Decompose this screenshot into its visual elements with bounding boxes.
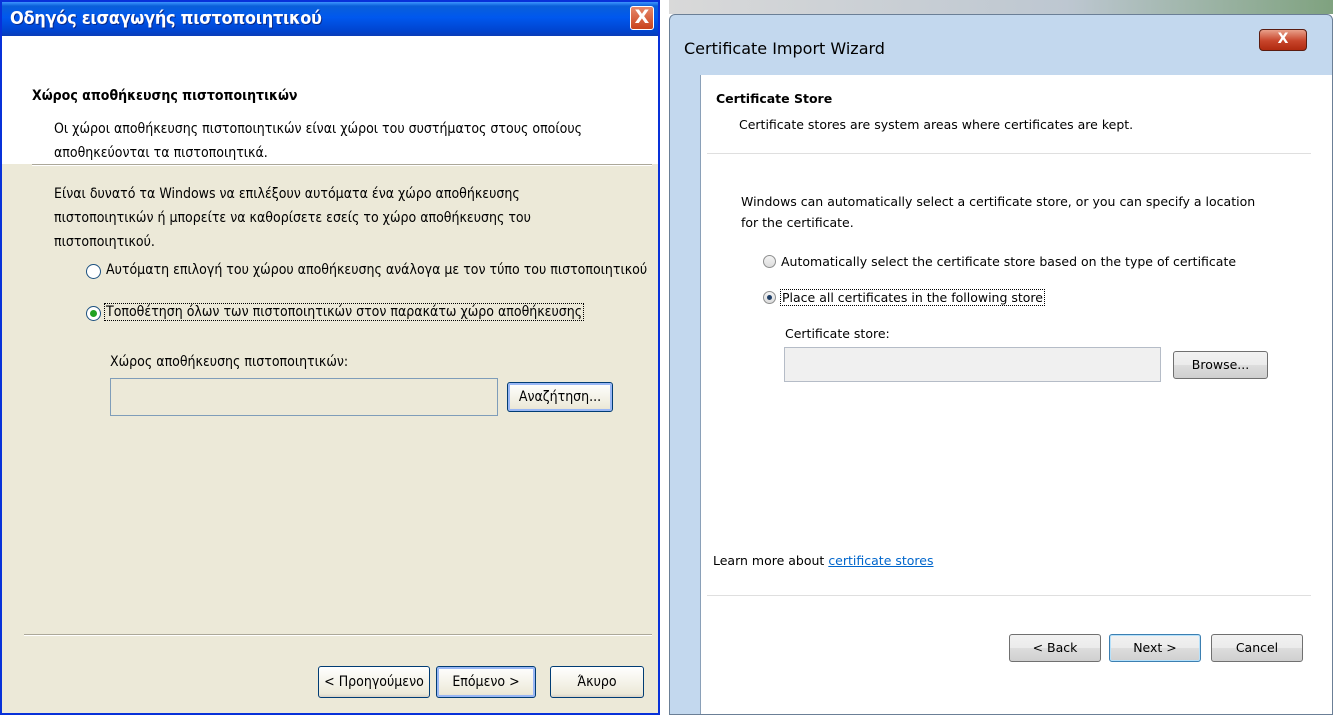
radio-auto-select-label[interactable]: Αυτόματη επιλογή του χώρου αποθήκευσης α… [106, 262, 647, 278]
radio-place-all-label[interactable]: Place all certificates in the following … [780, 289, 1045, 306]
wizard-header: Χώρος αποθήκευσης πιστοποιητικών Οι χώρο… [2, 36, 658, 164]
learn-more-text: Learn more about certificate stores [713, 553, 934, 568]
english-certificate-import-wizard: Certificate Import Wizard X Certificate … [669, 14, 1333, 715]
footer-separator [24, 634, 652, 636]
radio-auto-select[interactable] [86, 264, 101, 279]
next-button[interactable]: Next > [1109, 634, 1201, 662]
body-text-line3: πιστοποιητικού. [54, 234, 155, 250]
store-label: Χώρος αποθήκευσης πιστοποιητικών: [110, 354, 349, 370]
header-title: Χώρος αποθήκευσης πιστοποιητικών [32, 88, 298, 104]
body-text-line2: πιστοποιητικών ή μπορείτε να καθορίσετε … [54, 210, 531, 226]
certificate-store-field[interactable] [784, 347, 1161, 382]
header-title: Certificate Store [716, 91, 833, 106]
radio-selected-dot [767, 295, 772, 300]
radio-place-all[interactable] [763, 291, 776, 304]
browse-button[interactable]: Αναζήτηση... [507, 382, 613, 412]
radio-selected-dot [90, 310, 97, 317]
close-icon[interactable]: X [630, 6, 654, 30]
back-button[interactable]: < Προηγούμενο [318, 666, 430, 698]
header-separator [32, 164, 652, 166]
title-bar: Οδηγός εισαγωγής πιστοποιητικού X [2, 2, 658, 36]
close-icon[interactable]: X [1259, 29, 1307, 51]
background-window-strip [669, 0, 1333, 14]
header-description-line1: Οι χώροι αποθήκευσης πιστοποιητικών είνα… [54, 121, 582, 137]
radio-auto-select[interactable] [763, 255, 776, 268]
radio-place-all[interactable] [86, 306, 101, 321]
footer-separator [707, 595, 1311, 596]
greek-certificate-import-wizard: Οδηγός εισαγωγής πιστοποιητικού X Χώρος … [0, 0, 660, 715]
certificate-stores-link[interactable]: certificate stores [828, 553, 933, 568]
window-title: Certificate Import Wizard [684, 39, 885, 58]
window-title: Οδηγός εισαγωγής πιστοποιητικού [10, 8, 322, 29]
header-description: Certificate stores are system areas wher… [739, 117, 1134, 132]
browse-button[interactable]: Browse... [1173, 351, 1268, 379]
cancel-button[interactable]: Cancel [1211, 634, 1303, 662]
next-button[interactable]: Επόμενο > [436, 666, 536, 698]
body-text-line1: Είναι δυνατό τα Windows να επιλέξουν αυτ… [54, 186, 520, 202]
radio-auto-select-label[interactable]: Automatically select the certificate sto… [781, 254, 1236, 269]
certificate-store-field[interactable] [110, 378, 498, 416]
cancel-button[interactable]: Άκυρο [550, 666, 644, 698]
body-text-line2: for the certificate. [741, 215, 854, 230]
wizard-client-area: Certificate Store Certificate stores are… [700, 75, 1332, 714]
header-description-line2: αποθηκεύονται τα πιστοποιητικά. [54, 145, 268, 161]
radio-place-all-label[interactable]: Τοποθέτηση όλων των πιστοποιητικών στον … [104, 303, 585, 321]
store-label: Certificate store: [785, 326, 890, 341]
screenshot-divider [660, 0, 669, 715]
body-text-line1: Windows can automatically select a certi… [741, 194, 1256, 209]
header-separator [707, 153, 1311, 154]
back-button[interactable]: < Back [1009, 634, 1101, 662]
